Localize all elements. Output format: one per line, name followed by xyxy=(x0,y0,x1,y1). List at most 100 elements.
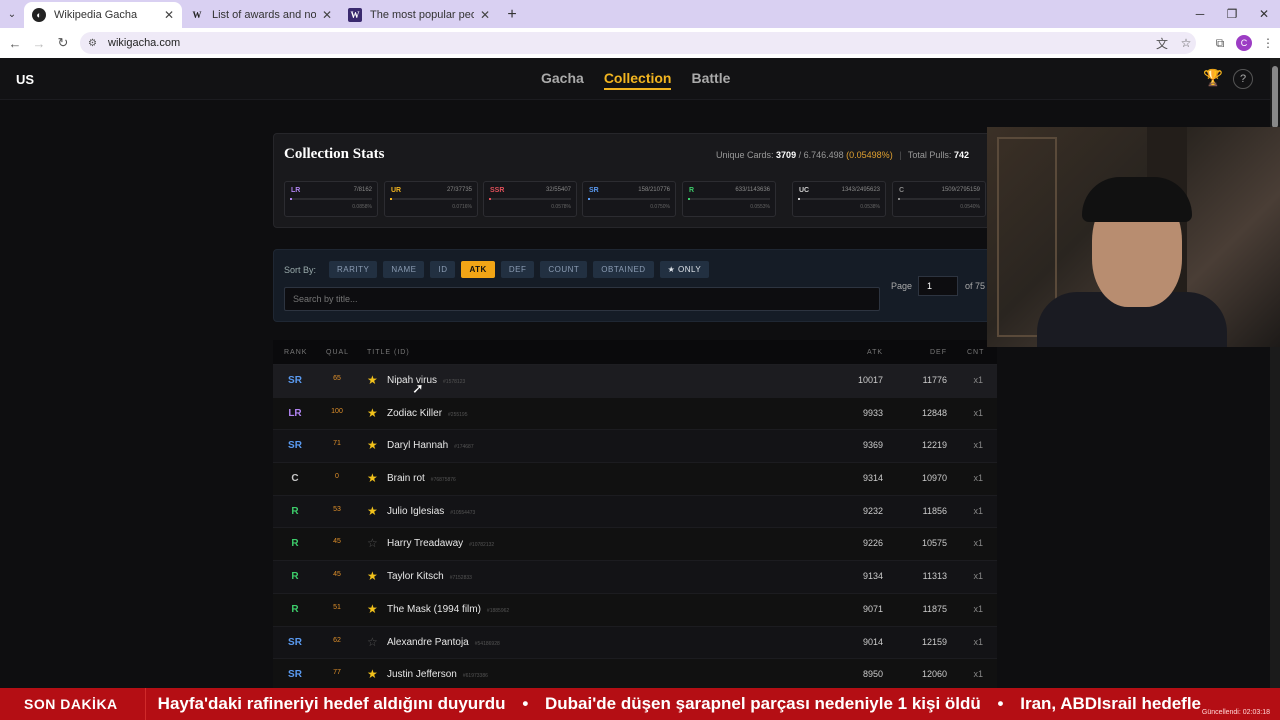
rarity-label: LR xyxy=(291,187,301,194)
favorite-star-icon[interactable]: ☆ xyxy=(367,536,378,550)
favorite-star-icon[interactable]: ★ xyxy=(367,569,378,583)
sort-def-button[interactable]: DEF xyxy=(500,261,535,278)
rank-badge: LR xyxy=(288,407,302,419)
translate-icon[interactable]: 文 xyxy=(1150,35,1174,52)
count-value: x1 xyxy=(973,636,983,647)
def-value: 11776 xyxy=(922,375,947,385)
browser-tab-1[interactable]: ◐ Wikipedia Gacha ✕ xyxy=(24,2,182,28)
back-icon[interactable]: ← xyxy=(3,36,27,51)
card-title-cell[interactable]: Harry Treadaway #10782132 xyxy=(387,538,494,549)
card-title-cell[interactable]: Nipah virus #1578123 xyxy=(387,375,465,386)
favorite-star-icon[interactable]: ★ xyxy=(367,602,378,616)
card-title-cell[interactable]: Taylor Kitsch #7152833 xyxy=(387,571,472,582)
wikipedia-gacha-favicon-icon: ◐ xyxy=(32,8,46,22)
count-value: x1 xyxy=(973,669,983,680)
extensions-icon[interactable]: ⧉ xyxy=(1208,36,1232,51)
card-title-cell[interactable]: Daryl Hannah #174687 xyxy=(387,440,474,451)
close-tab-icon[interactable]: ✕ xyxy=(164,8,174,22)
favorite-star-icon[interactable]: ★ xyxy=(367,438,378,452)
browser-tab-3[interactable]: W The most popular people in Tu ✕ xyxy=(340,2,498,28)
brand-logo[interactable]: US xyxy=(16,72,34,87)
scrollbar-thumb[interactable] xyxy=(1272,66,1278,128)
trophy-icon[interactable]: 🏆 xyxy=(1203,68,1223,88)
favorite-star-icon[interactable]: ☆ xyxy=(367,635,378,649)
quality-value: 100 xyxy=(331,407,343,415)
table-row[interactable]: R 51 ★ The Mask (1994 film) #1885962 9071 1187… xyxy=(273,594,997,627)
sort-obtained-button[interactable]: OBTAINED xyxy=(593,261,654,278)
site-info-icon[interactable]: ⚙ xyxy=(88,38,102,49)
rarity-progress-fill xyxy=(798,198,800,200)
reload-icon[interactable]: ↻ xyxy=(51,35,75,51)
browser-tab-2[interactable]: W List of awards and nominations ✕ xyxy=(182,2,340,28)
rarity-label: C xyxy=(899,187,905,194)
close-tab-icon[interactable]: ✕ xyxy=(322,8,332,22)
forward-icon[interactable]: → xyxy=(27,36,51,51)
sort-atk-button[interactable]: ATK xyxy=(461,261,495,278)
sort-star-only-button[interactable]: ★ ONLY xyxy=(659,261,710,278)
favorite-star-icon[interactable]: ★ xyxy=(367,504,378,518)
sort-name-button[interactable]: NAME xyxy=(383,261,425,278)
sort-count-button[interactable]: COUNT xyxy=(540,261,588,278)
table-row[interactable]: R 53 ★ Julio Iglesias #10554473 9232 11856 x1 xyxy=(273,495,997,529)
card-title-cell[interactable]: The Mask (1994 film) #1885962 xyxy=(387,604,509,615)
minimize-icon[interactable]: ─ xyxy=(1184,0,1216,28)
browser-menu-icon[interactable]: ⋮ xyxy=(1256,36,1280,50)
header-title[interactable]: TITLE (ID) xyxy=(367,349,410,356)
card-title-cell[interactable]: Julio Iglesias #10554473 xyxy=(387,506,475,517)
table-row[interactable]: SR 62 ☆ Alexandre Pantoja #54186928 9014 12159… xyxy=(273,626,997,660)
table-row[interactable]: C 0 ★ Brain rot #76875876 9314 10970 x1 xyxy=(273,463,997,496)
card-title[interactable]: Harry Treadaway xyxy=(387,538,463,549)
favorite-star-icon[interactable]: ★ xyxy=(367,406,378,420)
rarity-label: UC xyxy=(799,187,810,194)
count-value: x1 xyxy=(973,407,983,418)
atk-value: 9226 xyxy=(862,538,883,549)
sort-id-button[interactable]: ID xyxy=(430,261,456,278)
rarity-count: 1509/2795159 xyxy=(941,187,980,193)
card-title[interactable]: Justin Jefferson xyxy=(387,669,457,680)
table-row[interactable]: SR 77 ★ Justin Jefferson #61973386 8950 12060 x… xyxy=(273,659,997,692)
rarity-progress-fill xyxy=(489,198,491,200)
card-title[interactable]: Alexandre Pantoja xyxy=(387,637,469,648)
browser-tab-strip: ⌄ ◐ Wikipedia Gacha ✕ W List of awards a… xyxy=(0,0,1280,28)
table-row[interactable]: R 45 ★ Taylor Kitsch #7152833 9134 11313 x1 xyxy=(273,561,997,594)
url-field[interactable]: ⚙ wikigacha.com xyxy=(80,32,1196,54)
table-row[interactable]: SR 65 ★ Nipah virus #1578123 10017 11776 x1 xyxy=(273,365,997,398)
rarity-progress-bar xyxy=(688,198,770,200)
card-title[interactable]: Zodiac Killer xyxy=(387,408,442,419)
header-atk[interactable]: ATK xyxy=(867,349,883,356)
favorite-star-icon[interactable]: ★ xyxy=(367,471,378,485)
card-title[interactable]: The Mask (1994 film) xyxy=(387,604,481,615)
header-rank[interactable]: RANK xyxy=(284,349,307,356)
card-title[interactable]: Brain rot xyxy=(387,473,425,484)
search-input[interactable] xyxy=(284,287,880,311)
close-window-icon[interactable]: ✕ xyxy=(1248,0,1280,28)
card-id: #7152833 xyxy=(449,575,472,582)
table-row[interactable]: R 45 ☆ Harry Treadaway #10782132 9226 10575 x1 xyxy=(273,528,997,562)
header-cnt[interactable]: CNT xyxy=(967,349,984,356)
sort-rarity-button[interactable]: RARITY xyxy=(329,261,378,278)
favorite-star-icon[interactable]: ★ xyxy=(367,667,378,681)
card-title[interactable]: Taylor Kitsch xyxy=(387,571,444,582)
favorite-star-icon[interactable]: ★ xyxy=(367,373,378,387)
tab-search-icon[interactable]: ⌄ xyxy=(0,0,24,28)
profile-avatar[interactable]: C xyxy=(1236,35,1252,51)
card-title[interactable]: Julio Iglesias xyxy=(387,506,444,517)
table-row[interactable]: SR 71 ★ Daryl Hannah #174687 9369 12219 x1 xyxy=(273,430,997,464)
card-title-cell[interactable]: Alexandre Pantoja #54186928 xyxy=(387,637,500,648)
card-title-cell[interactable]: Zodiac Killer #255195 xyxy=(387,408,468,419)
nav-collection[interactable]: Collection xyxy=(603,70,672,90)
nav-gacha[interactable]: Gacha xyxy=(541,70,584,90)
nav-battle[interactable]: Battle xyxy=(691,70,730,90)
header-def[interactable]: DEF xyxy=(930,349,947,356)
restore-icon[interactable]: ❐ xyxy=(1216,0,1248,28)
bookmark-star-icon[interactable]: ☆ xyxy=(1174,36,1198,50)
close-tab-icon[interactable]: ✕ xyxy=(480,8,490,22)
page-number-input[interactable] xyxy=(918,276,958,296)
card-title-cell[interactable]: Brain rot #76875876 xyxy=(387,473,456,484)
card-title-cell[interactable]: Justin Jefferson #61973386 xyxy=(387,669,488,680)
header-qual[interactable]: QUAL xyxy=(326,349,349,356)
table-row[interactable]: LR 100 ★ Zodiac Killer #255195 9933 12848 x1 xyxy=(273,398,997,431)
help-icon[interactable]: ? xyxy=(1233,69,1253,89)
card-title[interactable]: Daryl Hannah xyxy=(387,440,448,451)
new-tab-icon[interactable]: + xyxy=(498,2,526,28)
